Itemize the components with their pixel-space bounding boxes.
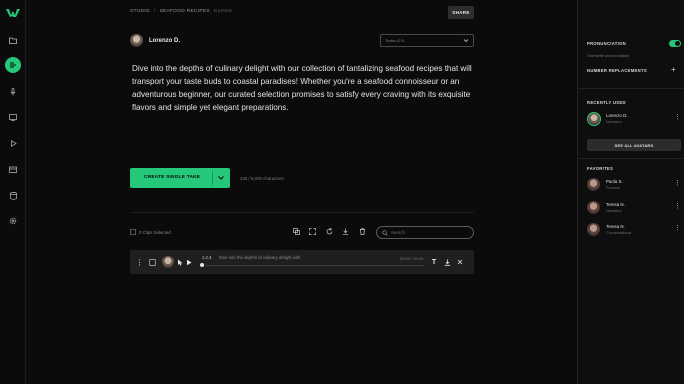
right-panel: PRONUNCIATION Overwrite pronunciation NU…: [577, 0, 684, 384]
create-single-take-button[interactable]: CREATE SINGLE TAKE: [130, 168, 230, 188]
breadcrumb-current: Current: [213, 9, 233, 14]
add-icon[interactable]: +: [671, 66, 676, 74]
drag-handle-icon[interactable]: [135, 258, 143, 266]
clips-selected-label: 0 Clips Selected: [139, 229, 171, 235]
model-select-value: Turbo v2.5: [385, 38, 404, 43]
folder-icon[interactable]: [7, 34, 19, 46]
breadcrumb-separator: /: [153, 9, 156, 14]
voice-name: Paola S.: [606, 179, 623, 184]
recent-voice-item[interactable]: Lorenzo D. Narration ⋮: [587, 111, 681, 127]
download-icon[interactable]: [443, 258, 451, 266]
clip-checkbox[interactable]: [148, 258, 156, 266]
voice-name[interactable]: Lorenzo D.: [149, 38, 180, 44]
regenerate-icon[interactable]: [325, 227, 334, 236]
text-to-speech-icon[interactable]: [5, 57, 21, 73]
voice-category: Narration: [606, 209, 622, 213]
voice-category: Podcast: [606, 186, 620, 190]
voice-avatar[interactable]: [130, 34, 143, 47]
chevron-down-icon: [463, 39, 469, 43]
video-icon[interactable]: [7, 137, 19, 149]
avatar: [587, 201, 600, 214]
voice-category: Narration: [606, 120, 622, 124]
editor-area: Lorenzo D. Turbo v2.5 Dive into the dept…: [26, 24, 577, 384]
clip-time: 1.2.4: [202, 255, 212, 260]
pronunciation-title: PRONUNCIATION: [587, 41, 626, 46]
voice-name: Teresa N.: [606, 202, 625, 207]
cursor-icon: [176, 258, 184, 266]
chevron-down-icon[interactable]: [217, 174, 225, 182]
logo-icon[interactable]: [6, 8, 20, 18]
clips-toolbar: 0 Clips Selected Search: [130, 225, 474, 239]
close-icon[interactable]: [456, 258, 464, 266]
download-icon[interactable]: [341, 227, 350, 236]
voice-row: Lorenzo D. Turbo v2.5: [130, 34, 474, 48]
copy-icon[interactable]: [292, 227, 301, 236]
more-options-icon[interactable]: ⋮: [674, 180, 681, 188]
button-divider: [212, 171, 213, 185]
divider: [130, 212, 474, 213]
favorite-voice-item[interactable]: Teresa N. Conversational ⋮: [587, 222, 681, 238]
avatar: [587, 178, 600, 191]
delete-icon[interactable]: [358, 227, 367, 236]
clip-progress-track[interactable]: [202, 265, 424, 266]
favorites-title: FAVORITES: [587, 166, 614, 171]
breadcrumb-studio[interactable]: STUDIO: [130, 9, 150, 14]
play-icon[interactable]: [185, 258, 193, 266]
top-bar: STUDIO / SEAFOOD RECIPES Current SHARE: [26, 0, 577, 24]
clip-text: Dive into the depths of culinary delight…: [219, 255, 301, 260]
recently-used-title: RECENTLY USED: [587, 100, 626, 105]
settings-icon[interactable]: [7, 215, 19, 227]
model-select[interactable]: Turbo v2.5: [380, 34, 474, 47]
see-all-avatars-button[interactable]: SEE ALL AVATARS: [587, 139, 681, 151]
clip-progress-knob[interactable]: [200, 263, 204, 267]
avatar: [587, 112, 601, 126]
database-icon[interactable]: [7, 190, 19, 202]
script-text[interactable]: Dive into the depths of culinary delight…: [132, 62, 474, 114]
voice-category: Conversational: [606, 231, 632, 235]
create-button-label: CREATE SINGLE TAKE: [144, 175, 201, 180]
voice-library-icon[interactable]: [7, 163, 19, 175]
character-count: 336 / 5,000 characters: [240, 176, 284, 181]
clip-row[interactable]: 1.2.4 Dive into the depths of culinary d…: [130, 250, 474, 274]
text-icon[interactable]: T: [430, 258, 438, 266]
favorite-voice-item[interactable]: Paola S. Podcast ⋮: [587, 177, 681, 193]
search-input[interactable]: Search: [376, 226, 474, 239]
pronunciation-subtitle: Overwrite pronunciation: [587, 53, 630, 58]
voice-name: Lorenzo D.: [606, 113, 628, 118]
breadcrumb-project[interactable]: SEAFOOD RECIPES: [160, 9, 210, 14]
clips-icon: [130, 229, 136, 235]
microphone-icon[interactable]: [7, 86, 19, 98]
expand-icon[interactable]: [308, 227, 317, 236]
breadcrumb: STUDIO / SEAFOOD RECIPES Current: [130, 9, 232, 14]
share-button[interactable]: SHARE: [448, 6, 474, 19]
pronunciation-toggle[interactable]: [669, 40, 681, 47]
left-nav-rail: [0, 0, 26, 384]
panel-divider: [578, 88, 684, 89]
favorite-voice-item[interactable]: Teresa N. Narration ⋮: [587, 200, 681, 216]
panel-divider: [578, 158, 684, 159]
avatar: [587, 223, 600, 236]
clip-voice-avatar: [162, 256, 174, 268]
dubbing-icon[interactable]: [7, 111, 19, 123]
number-replacements-title: NUMBER REPLACEMENTS: [587, 68, 647, 73]
more-options-icon[interactable]: ⋮: [674, 225, 681, 233]
clip-duration: 00:00 / 00:00: [400, 256, 424, 261]
more-options-icon[interactable]: ⋮: [674, 114, 681, 122]
more-options-icon[interactable]: ⋮: [674, 203, 681, 211]
clips-selected: 0 Clips Selected: [130, 229, 171, 235]
voice-name: Teresa N.: [606, 224, 625, 229]
search-placeholder: Search: [391, 230, 405, 235]
search-icon: [382, 229, 388, 236]
